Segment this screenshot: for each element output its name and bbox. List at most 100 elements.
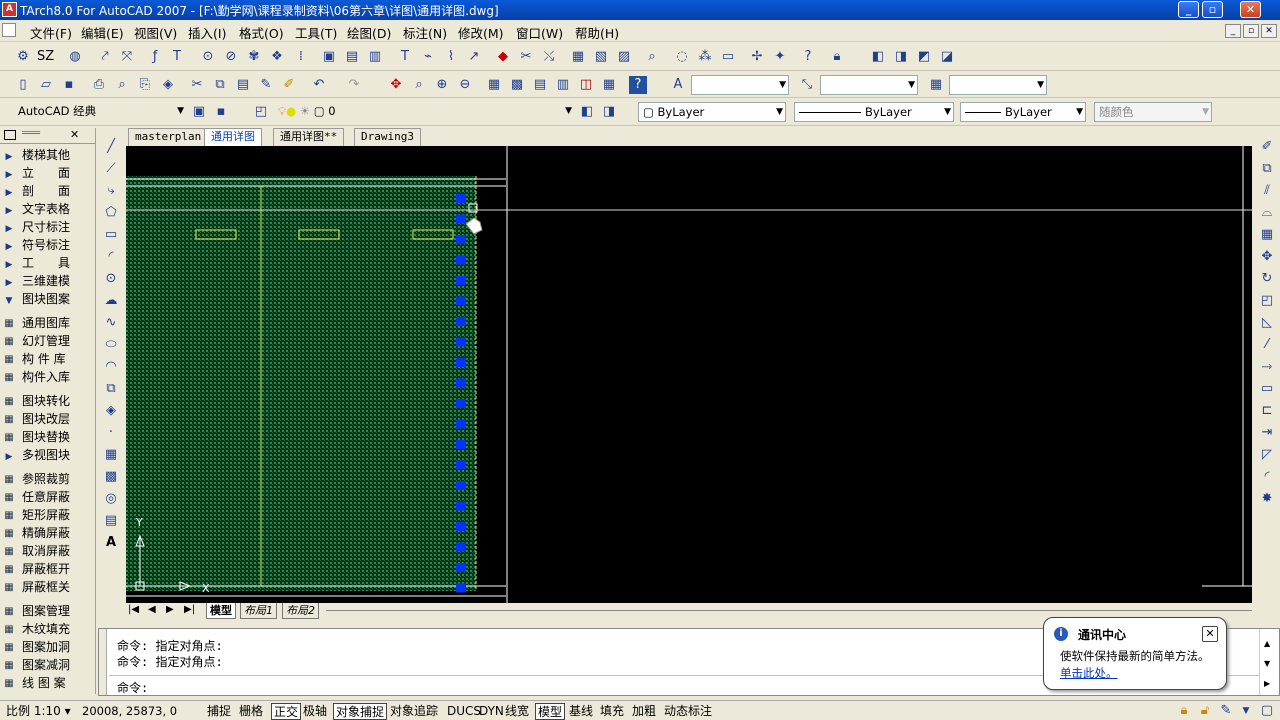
move-icon[interactable]: ✥ (1258, 248, 1276, 266)
dim-icon[interactable]: ⌇ (442, 48, 460, 66)
gear-icon[interactable]: ⚙ (14, 48, 32, 66)
tab-model[interactable]: 模型 (206, 603, 236, 619)
sz-label[interactable]: SZ (37, 49, 54, 64)
panel-item[interactable]: ▶ 立 面 (2, 164, 70, 182)
dim-style-select[interactable]: ▼ (820, 75, 918, 95)
text-icon[interactable]: T (168, 48, 186, 66)
tool-icon[interactable]: ❖ (268, 48, 286, 66)
grip[interactable] (456, 522, 466, 531)
zoom-realtime-icon[interactable]: ⌕ (410, 76, 428, 94)
menu-tools[interactable]: 工具(T) (295, 23, 337, 42)
mtext-icon[interactable]: A (102, 534, 120, 552)
grip[interactable] (456, 194, 466, 203)
panel-item[interactable]: ▶ 工 具 (2, 254, 70, 272)
preview-icon[interactable]: ⌕ (113, 76, 131, 94)
chamfer-icon[interactable]: ◸ (1258, 446, 1276, 464)
panel-item[interactable]: ▦ 任意屏蔽 (2, 488, 70, 506)
open-folder-icon[interactable]: ▱ (37, 76, 55, 94)
make-block-icon[interactable]: ◈ (102, 402, 120, 420)
calculator-icon[interactable]: ▦ (600, 76, 618, 94)
panel-item[interactable]: ▦ 通用图库 (2, 314, 70, 332)
design-center-icon[interactable]: ▩ (508, 76, 526, 94)
window-icon[interactable]: ▣ (320, 48, 338, 66)
status-toggle[interactable]: 线宽 (503, 703, 531, 720)
tool-icon[interactable]: ⤤ (96, 48, 114, 66)
tool-palette-icon[interactable]: ▤ (531, 76, 549, 94)
panel-close-icon[interactable]: ✕ (70, 128, 79, 141)
menu-format[interactable]: 格式(O) (239, 23, 284, 42)
panel-item[interactable]: ▶ 剖 面 (2, 182, 70, 200)
command-scrollbar[interactable]: ▲ ▼ ▶ (1259, 629, 1279, 695)
grip[interactable] (456, 563, 466, 572)
ellipse-icon[interactable]: ⬭ (102, 336, 120, 354)
status-toggle[interactable]: 对象捕捉 (333, 703, 388, 720)
make-layer-current-icon[interactable]: ◧ (578, 103, 596, 121)
status-toggle[interactable]: 模型 (535, 703, 566, 720)
circle-icon[interactable]: ⊙ (102, 270, 120, 288)
clean-screen-icon[interactable]: ▢ (1258, 702, 1276, 720)
doc-restore-button[interactable]: ▫ (1243, 24, 1259, 38)
workspace-icon[interactable]: ▪ (212, 103, 230, 121)
panel-grip[interactable]: ═══ (22, 128, 40, 139)
close-button[interactable]: ✕ (1240, 1, 1261, 18)
tool-icon[interactable]: ✢ (748, 48, 766, 66)
grip[interactable] (456, 399, 466, 408)
dim-icon[interactable]: ⌁ (419, 48, 437, 66)
rectangle-icon[interactable]: ▭ (102, 226, 120, 244)
status-toggle[interactable]: 捕捉 (205, 703, 233, 720)
publish-icon[interactable]: ⎘ (136, 76, 154, 94)
minimize-button[interactable]: _ (1178, 1, 1199, 18)
redo-icon[interactable]: ↷ (345, 76, 363, 94)
panel-item[interactable]: ▦ 幻灯管理 (2, 332, 70, 350)
panel-item[interactable]: ▦ 屏蔽框关 (2, 578, 70, 596)
window-icon[interactable]: ◪ (938, 48, 956, 66)
tool-icon[interactable]: ✾ (245, 48, 263, 66)
3d-icon[interactable]: ◈ (159, 76, 177, 94)
panel-item[interactable]: ▦ 屏蔽框开 (2, 560, 70, 578)
next-tab-icon[interactable]: ▶ (166, 604, 174, 615)
help-icon[interactable]: ? (629, 76, 647, 94)
workspace-settings-icon[interactable]: ▣ (190, 103, 208, 121)
tool-icon[interactable]: ▧ (592, 48, 610, 66)
stretch-icon[interactable]: ◺ (1258, 314, 1276, 332)
panel-item[interactable]: ▦ 图案管理 (2, 602, 70, 620)
tool-icon[interactable]: ▨ (615, 48, 633, 66)
tool-icon[interactable]: ✂ (517, 48, 535, 66)
grip[interactable] (456, 419, 466, 429)
panel-item[interactable]: ▦ 取消屏蔽 (2, 542, 70, 560)
status-toggle[interactable]: 动态标注 (662, 703, 714, 720)
panel-item[interactable]: ▦ 图块替换 (2, 428, 70, 446)
status-toggle[interactable]: 加粗 (630, 703, 658, 720)
save-icon[interactable]: ▪ (60, 76, 78, 94)
panel-item[interactable]: ▦ 线 图 案 (2, 674, 65, 692)
scale-icon[interactable]: ◰ (1258, 292, 1276, 310)
linetype-select[interactable]: ByLayer ▼ (794, 102, 954, 122)
tray-menu-icon[interactable]: ▼ (1237, 702, 1255, 720)
grip[interactable] (456, 235, 466, 244)
line-icon[interactable]: ╱ (102, 138, 120, 156)
construction-line-icon[interactable]: ⟋ (102, 160, 120, 178)
tab-layout2[interactable]: 布局2 (282, 603, 319, 619)
grip[interactable] (456, 440, 466, 449)
tool-icon[interactable]: ✦ (771, 48, 789, 66)
array-icon[interactable]: ▦ (1258, 226, 1276, 244)
doc-icon[interactable] (2, 23, 16, 37)
tool-icon[interactable]: ▦ (569, 48, 587, 66)
plotstyle-select[interactable]: 随颜色 ▼ (1094, 102, 1212, 122)
command-prompt[interactable]: 命令: (117, 679, 148, 696)
grip[interactable] (456, 276, 466, 285)
lock-icon[interactable]: 🔒︎ (1175, 702, 1193, 720)
zoom-icon[interactable]: ⌕ (643, 48, 661, 66)
paste-icon[interactable]: ▤ (234, 76, 252, 94)
panel-item[interactable]: ▦ 构 件 库 (2, 350, 65, 368)
polyline-icon[interactable]: ⤷ (102, 182, 120, 200)
grip[interactable] (456, 296, 466, 306)
drawing-viewport[interactable]: Y X (126, 146, 1252, 604)
tool-icon[interactable]: ▭ (719, 48, 737, 66)
grip[interactable] (456, 542, 466, 552)
lock-icon[interactable]: 🔒︎ (828, 48, 846, 66)
table-icon[interactable]: ▤ (102, 512, 120, 530)
doc-minimize-button[interactable]: _ (1225, 24, 1241, 38)
panel-item[interactable]: ▦ 图案减洞 (2, 656, 70, 674)
panel-item[interactable]: ▦ 矩形屏蔽 (2, 506, 70, 524)
